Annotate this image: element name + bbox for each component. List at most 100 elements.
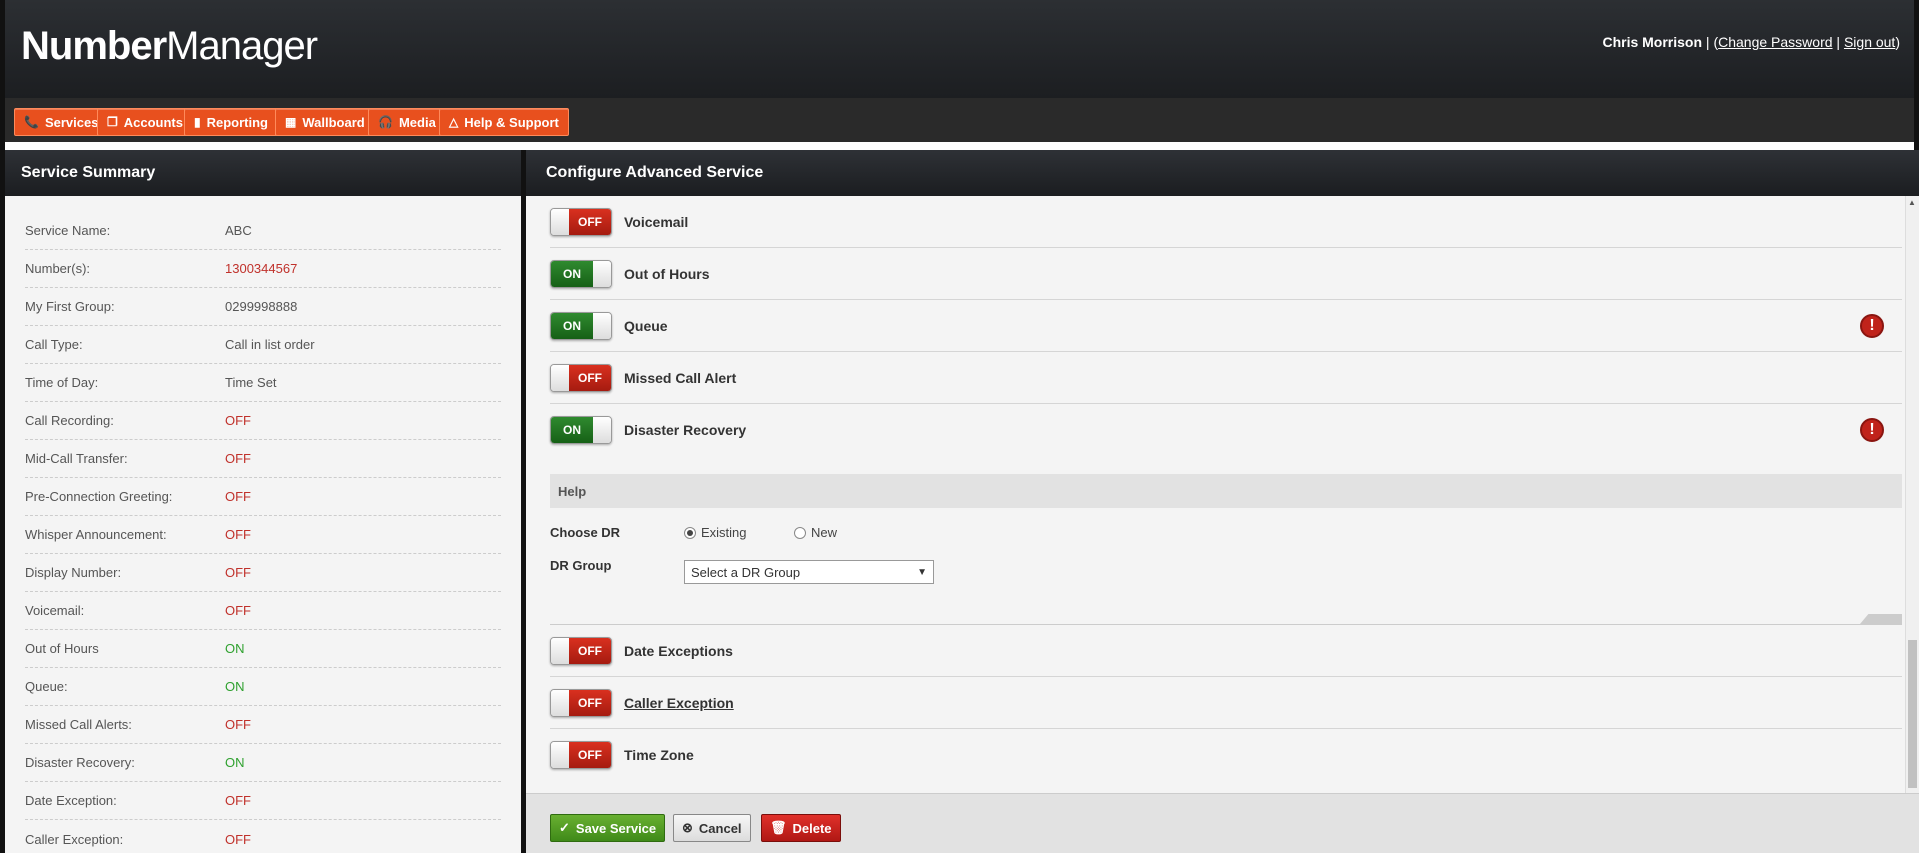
grid-icon: ▦ — [285, 115, 297, 129]
caller-exception-toggle[interactable]: OFF — [550, 688, 612, 717]
summary-value: OFF — [225, 565, 251, 580]
app-window: NumberManager Chris Morrison | (Change P… — [0, 0, 1919, 853]
nav-reporting-button[interactable]: ▮ Reporting — [184, 108, 278, 136]
cancel-button[interactable]: ⊗ Cancel — [673, 814, 751, 842]
bar-chart-icon: ▮ — [194, 115, 201, 129]
separator: | — [1832, 34, 1844, 50]
time-zone-toggle[interactable]: OFF — [550, 741, 612, 769]
summary-key: Caller Exception: — [25, 831, 124, 847]
chevron-down-icon: ▼ — [917, 566, 927, 578]
toggle-state: OFF — [569, 689, 611, 716]
summary-key: Queue: — [25, 679, 68, 694]
action-footer: ✓ Save Service ⊗ Cancel 🗑 Delete — [526, 793, 1919, 853]
existing-radio[interactable]: Existing — [684, 525, 747, 540]
voicemail-toggle[interactable]: OFF — [550, 207, 612, 236]
collapse-tab[interactable] — [1860, 614, 1902, 624]
toggle-knob — [593, 260, 611, 287]
change-password-link[interactable]: Change Password — [1718, 34, 1832, 50]
header: NumberManager Chris Morrison | (Change P… — [5, 0, 1914, 98]
nav-services-button[interactable]: 📞 Services — [14, 108, 109, 136]
toggle-state: OFF — [569, 364, 611, 391]
help-bar[interactable]: Help — [550, 474, 1902, 508]
summary-key: Voicemail: — [25, 603, 85, 618]
delete-button[interactable]: 🗑 Delete — [761, 814, 841, 842]
summary-row-display-number: Display Number: OFF — [25, 554, 501, 592]
queue-toggle[interactable]: ON — [550, 311, 612, 340]
option-missed-call-alert: OFF Missed Call Alert — [550, 352, 1902, 404]
summary-value: ABC — [225, 223, 252, 238]
summary-value: Time Set — [225, 375, 277, 390]
option-label: Out of Hours — [624, 265, 710, 282]
toggle-state: ON — [551, 260, 593, 287]
scroll-up-icon[interactable]: ▲ — [1908, 198, 1916, 207]
summary-key: Call Type: — [25, 337, 83, 352]
summary-key: Disaster Recovery: — [25, 755, 135, 770]
nav-label: Accounts — [123, 114, 183, 130]
nav-accounts-button[interactable]: ❐ Accounts — [97, 108, 193, 136]
toggle-knob — [593, 417, 611, 443]
summary-row-date-exception: Date Exception: OFF — [25, 782, 501, 820]
nav-label: Help & Support — [464, 114, 559, 130]
disaster-recovery-alert-icon[interactable]: ! — [1860, 418, 1884, 442]
summary-value: OFF — [225, 451, 251, 466]
toggle-state: OFF — [569, 637, 611, 664]
summary-value: OFF — [225, 603, 251, 618]
button-label: Delete — [792, 820, 832, 836]
sign-out-link[interactable]: Sign out — [1844, 34, 1895, 50]
toggle-state: ON — [551, 417, 593, 443]
user-bar: Chris Morrison | (Change Password | Sign… — [1602, 34, 1900, 50]
separator: ) — [1895, 34, 1900, 50]
summary-key: Whisper Announcement: — [25, 527, 167, 542]
option-label: Queue — [624, 317, 668, 334]
summary-value: OFF — [225, 793, 251, 808]
summary-row-numbers: Number(s): 1300344567 — [25, 250, 501, 288]
save-service-button[interactable]: ✓ Save Service — [550, 814, 666, 842]
dr-group-select[interactable]: Select a DR Group ▼ — [684, 560, 934, 584]
disaster-recovery-toggle[interactable]: ON — [550, 416, 612, 444]
option-label: Disaster Recovery — [624, 422, 747, 438]
configure-advanced-service-title: Configure Advanced Service — [526, 150, 1919, 196]
summary-row-missed-call-alerts: Missed Call Alerts: OFF — [25, 706, 501, 744]
dr-group-label: DR Group — [550, 558, 612, 573]
option-voicemail: OFF Voicemail — [550, 196, 1902, 248]
summary-row-call-recording: Call Recording: OFF — [25, 402, 501, 440]
summary-value: ON — [225, 641, 245, 656]
date-exceptions-toggle[interactable]: OFF — [550, 636, 612, 665]
summary-key: Pre-Connection Greeting: — [25, 489, 173, 504]
option-label[interactable]: Caller Exception — [624, 695, 734, 711]
radio-dot — [684, 526, 696, 539]
summary-row-pre-connection-greeting: Pre-Connection Greeting: OFF — [25, 478, 501, 516]
scrollbar[interactable]: ▲ — [1905, 196, 1919, 793]
summary-value: Call in list order — [225, 337, 315, 352]
toggle-knob — [551, 364, 569, 391]
summary-value: 1300344567 — [225, 261, 298, 276]
radio-dot — [794, 526, 806, 539]
summary-key: Call Recording: — [25, 413, 114, 428]
toggle-knob — [593, 312, 611, 339]
nav-help-support-button[interactable]: △ Help & Support — [439, 108, 569, 136]
nav-label: Services — [44, 114, 99, 130]
queue-alert-icon[interactable]: ! — [1860, 313, 1884, 338]
configure-panel: OFF Voicemail ON Out of Hours ON Queue !… — [526, 196, 1919, 793]
missed-call-alert-toggle[interactable]: OFF — [550, 363, 612, 392]
summary-key: Number(s): — [25, 261, 91, 276]
button-label: Save Service — [575, 820, 657, 836]
summary-key: My First Group: — [25, 299, 115, 314]
out-of-hours-toggle[interactable]: ON — [550, 259, 612, 288]
summary-key: Missed Call Alerts: — [25, 717, 132, 732]
nav-wallboard-button[interactable]: ▦ Wallboard — [275, 108, 375, 136]
summary-row-queue: Queue: ON — [25, 668, 501, 706]
scrollbar-thumb[interactable] — [1908, 640, 1917, 788]
toggle-knob — [551, 689, 569, 716]
summary-value: OFF — [225, 717, 251, 732]
new-radio[interactable]: New — [794, 525, 837, 540]
summary-row-out-of-hours: Out of Hours ON — [25, 630, 501, 668]
summary-row-time-of-day: Time of Day: Time Set — [25, 364, 501, 402]
logo: NumberManager — [21, 24, 318, 69]
toggle-knob — [551, 742, 569, 768]
option-label: Voicemail — [624, 213, 689, 230]
select-value: Select a DR Group — [691, 564, 801, 580]
summary-value: 0299998888 — [225, 299, 298, 314]
nav-media-button[interactable]: 🎧 Media — [368, 108, 446, 136]
summary-value: OFF — [225, 831, 251, 847]
